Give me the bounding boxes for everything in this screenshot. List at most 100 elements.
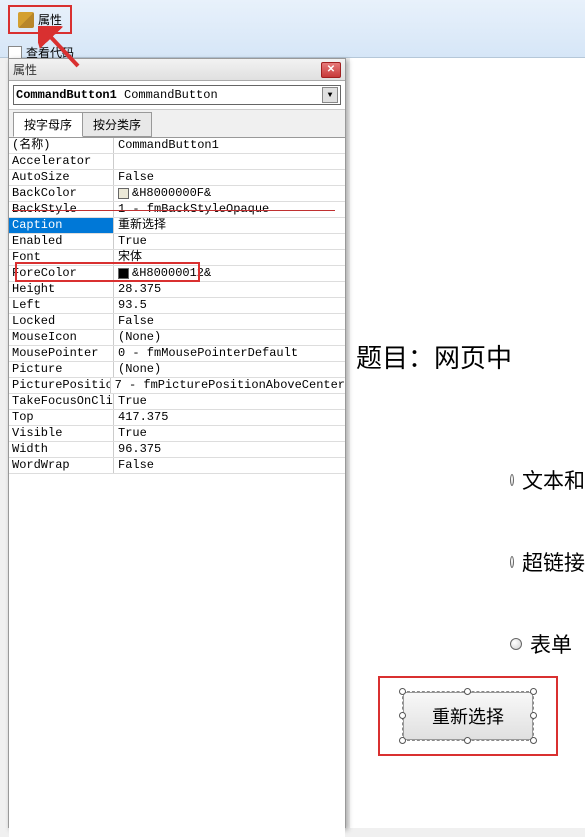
color-swatch-icon xyxy=(118,188,129,199)
close-icon[interactable]: ✕ xyxy=(321,62,341,78)
prop-value[interactable] xyxy=(114,154,345,169)
prop-name: Enabled xyxy=(9,234,114,249)
prop-value[interactable]: &H8000000F& xyxy=(114,186,345,201)
radio-option-2[interactable]: 超链接 xyxy=(510,547,585,577)
object-selector: CommandButton1 CommandButton ▼ xyxy=(9,81,345,110)
resize-handle-icon[interactable] xyxy=(464,737,471,744)
prop-value[interactable]: (None) xyxy=(114,362,345,377)
prop-value[interactable]: 重新选择 xyxy=(114,218,345,233)
prop-row[interactable]: WordWrapFalse xyxy=(9,458,345,474)
command-button[interactable]: 重新选择 xyxy=(403,692,533,740)
prop-row[interactable]: ForeColor&H80000012& xyxy=(9,266,345,282)
prop-row[interactable]: Left93.5 xyxy=(9,298,345,314)
panel-title: 属性 xyxy=(13,61,37,78)
prop-value[interactable]: 1 - fmBackStyleOpaque xyxy=(114,202,345,217)
radio-option-3[interactable]: 表单 xyxy=(510,629,585,659)
wrench-icon xyxy=(18,12,34,28)
prop-name: Picture xyxy=(9,362,114,377)
prop-value[interactable]: 28.375 xyxy=(114,282,345,297)
radio-icon xyxy=(510,638,522,650)
prop-value[interactable]: False xyxy=(114,314,345,329)
prop-name: (名称) xyxy=(9,138,114,153)
prop-row[interactable]: Height28.375 xyxy=(9,282,345,298)
prop-row[interactable]: BackColor&H8000000F& xyxy=(9,186,345,202)
prop-name: WordWrap xyxy=(9,458,114,473)
prop-row[interactable]: Picture(None) xyxy=(9,362,345,378)
prop-row[interactable]: AutoSizeFalse xyxy=(9,170,345,186)
prop-name: Top xyxy=(9,410,114,425)
object-name-bold: CommandButton1 xyxy=(16,88,117,102)
prop-row[interactable]: Width96.375 xyxy=(9,442,345,458)
prop-row[interactable]: MouseIcon(None) xyxy=(9,330,345,346)
command-button-wrapper[interactable]: 重新选择 xyxy=(402,691,534,741)
prop-value[interactable]: 宋体 xyxy=(114,250,345,265)
prop-value[interactable]: 93.5 xyxy=(114,298,345,313)
prop-row[interactable]: PicturePosition7 - fmPicturePositionAbov… xyxy=(9,378,345,394)
prop-row[interactable]: MousePointer0 - fmMousePointerDefault xyxy=(9,346,345,362)
radio-label-2: 超链接 xyxy=(522,547,585,577)
prop-name: PicturePosition xyxy=(9,378,111,393)
properties-grid[interactable]: (名称)CommandButton1AcceleratorAutoSizeFal… xyxy=(9,137,345,837)
prop-value[interactable]: 96.375 xyxy=(114,442,345,457)
sort-tabs: 按字母序 按分类序 xyxy=(9,110,345,137)
radio-icon xyxy=(510,474,514,486)
prop-row[interactable]: Font宋体 xyxy=(9,250,345,266)
prop-value[interactable]: False xyxy=(114,170,345,185)
prop-name: Width xyxy=(9,442,114,457)
resize-handle-icon[interactable] xyxy=(399,737,406,744)
command-button-selection-box: 重新选择 xyxy=(378,676,558,756)
resize-handle-icon[interactable] xyxy=(399,688,406,695)
prop-row[interactable]: TakeFocusOnClickTrue xyxy=(9,394,345,410)
prop-name: Height xyxy=(9,282,114,297)
prop-name: Accelerator xyxy=(9,154,114,169)
prop-value[interactable]: (None) xyxy=(114,330,345,345)
tab-categorized[interactable]: 按分类序 xyxy=(82,112,152,137)
prop-name: AutoSize xyxy=(9,170,114,185)
prop-name: Font xyxy=(9,250,114,265)
prop-row[interactable]: Caption重新选择 xyxy=(9,218,345,234)
prop-name: Visible xyxy=(9,426,114,441)
prop-name: BackColor xyxy=(9,186,114,201)
prop-name: MouseIcon xyxy=(9,330,114,345)
prop-value[interactable]: 7 - fmPicturePositionAboveCenter xyxy=(111,378,345,393)
prop-row[interactable]: LockedFalse xyxy=(9,314,345,330)
prop-row[interactable]: VisibleTrue xyxy=(9,426,345,442)
properties-ribbon-button[interactable]: 属性 xyxy=(8,5,72,34)
radio-icon xyxy=(510,556,514,568)
prop-name: Caption xyxy=(9,218,114,233)
resize-handle-icon[interactable] xyxy=(530,712,537,719)
prop-name: BackStyle xyxy=(9,202,114,217)
prop-value[interactable]: 0 - fmMousePointerDefault xyxy=(114,346,345,361)
prop-name: Locked xyxy=(9,314,114,329)
chevron-down-icon[interactable]: ▼ xyxy=(322,87,338,103)
resize-handle-icon[interactable] xyxy=(399,712,406,719)
prop-value[interactable]: CommandButton1 xyxy=(114,138,345,153)
ribbon-toolbar: 属性 查看代码 xyxy=(0,0,585,58)
prop-name: ForeColor xyxy=(9,266,114,281)
prop-row[interactable]: Accelerator xyxy=(9,154,345,170)
prop-value[interactable]: True xyxy=(114,426,345,441)
prop-row[interactable]: Top417.375 xyxy=(9,410,345,426)
object-type: CommandButton xyxy=(124,88,218,102)
prop-row[interactable]: (名称)CommandButton1 xyxy=(9,138,345,154)
prop-value[interactable]: True xyxy=(114,394,345,409)
resize-handle-icon[interactable] xyxy=(464,688,471,695)
prop-value[interactable]: True xyxy=(114,234,345,249)
properties-panel: 属性 ✕ CommandButton1 CommandButton ▼ 按字母序… xyxy=(8,58,346,828)
page-title: 题目：网页中 xyxy=(356,338,585,375)
prop-value[interactable]: &H80000012& xyxy=(114,266,345,281)
prop-value[interactable]: 417.375 xyxy=(114,410,345,425)
resize-handle-icon[interactable] xyxy=(530,737,537,744)
prop-row[interactable]: EnabledTrue xyxy=(9,234,345,250)
radio-option-1[interactable]: 文本和 xyxy=(510,465,585,495)
radio-label-3: 表单 xyxy=(530,629,572,659)
prop-name: TakeFocusOnClick xyxy=(9,394,114,409)
prop-value[interactable]: False xyxy=(114,458,345,473)
prop-name: Left xyxy=(9,298,114,313)
radio-label-1: 文本和 xyxy=(522,465,585,495)
tab-alphabetic[interactable]: 按字母序 xyxy=(13,112,83,137)
resize-handle-icon[interactable] xyxy=(530,688,537,695)
object-dropdown[interactable]: CommandButton1 CommandButton ▼ xyxy=(13,85,341,105)
panel-titlebar[interactable]: 属性 ✕ xyxy=(9,59,345,81)
prop-row[interactable]: BackStyle1 - fmBackStyleOpaque xyxy=(9,202,345,218)
